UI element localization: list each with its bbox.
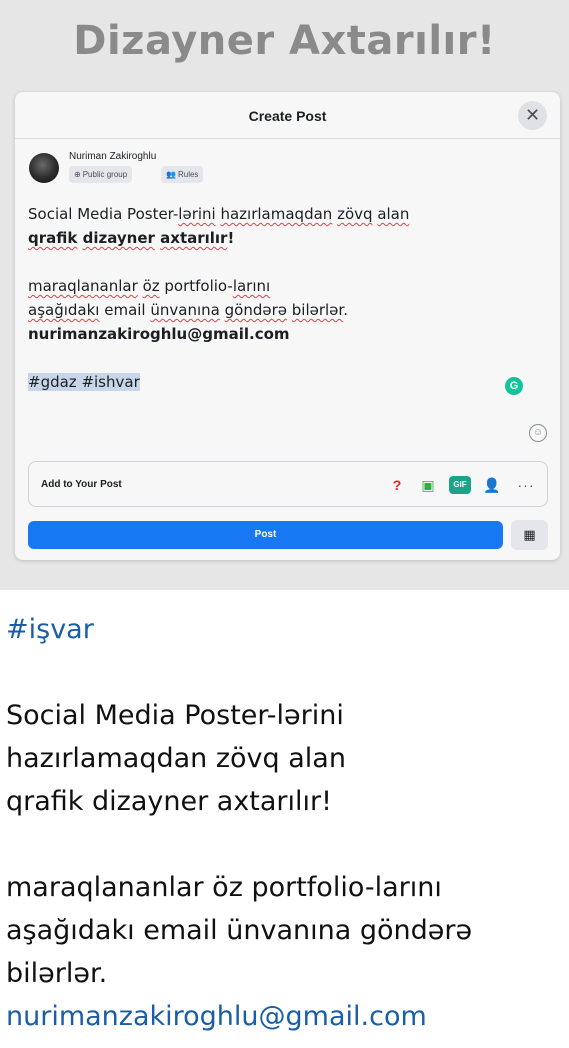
- add-to-post-bar: Add to Your Post ? ▣ GIF 👤 ···: [28, 461, 548, 507]
- post-hashtags: #gdaz #ishvar: [28, 373, 140, 391]
- caption-hashtag[interactable]: #işvar: [6, 608, 561, 651]
- caption-line: qrafik dizayner axtarılır!: [6, 786, 332, 817]
- post-email: nurimanzakiroghlu@gmail.com: [28, 325, 290, 343]
- post-text-area[interactable]: Social Media Poster-lərini hazırlamaqdan…: [28, 202, 538, 394]
- caption-line: Social Media Poster-lərini: [6, 700, 344, 731]
- author-name: Nuriman Zakiroghlu: [69, 151, 157, 162]
- caption-line: maraqlananlar öz portfolio-larını: [6, 872, 442, 903]
- caption-line: bilərlər.: [6, 958, 108, 989]
- rules-chip[interactable]: 👥 Rules: [161, 166, 204, 183]
- photo-icon[interactable]: ▣: [417, 474, 439, 496]
- avatar: [29, 153, 59, 183]
- caption-line: hazırlamaqdan zövq alan: [6, 743, 346, 774]
- poster-image: Dizayner Axtarılır! Create Post ✕ Nurima…: [0, 0, 569, 590]
- post-button[interactable]: Post: [28, 521, 503, 549]
- post-caption: #işvar Social Media Poster-lərini hazırl…: [6, 608, 561, 1038]
- caption-line: aşağıdakı email ünvanına göndərə: [6, 915, 473, 946]
- add-to-post-label: Add to Your Post: [41, 479, 122, 490]
- dialog-header: Create Post ✕: [15, 92, 560, 139]
- chip-rules-label: Rules: [177, 170, 199, 179]
- gif-icon[interactable]: GIF: [449, 476, 471, 494]
- grammarly-icon[interactable]: G: [505, 377, 523, 395]
- dialog-title: Create Post: [248, 108, 327, 124]
- people-icon: 👥: [166, 170, 176, 179]
- poster-title: Dizayner Axtarılır!: [73, 18, 496, 64]
- post-line-3: maraqlananlar öz portfolio-larını: [28, 277, 271, 295]
- question-icon[interactable]: ?: [386, 474, 408, 496]
- chip-group-label: Public group: [82, 170, 128, 179]
- post-line-1: Social Media Poster-lərini hazırlamaqdan…: [28, 205, 410, 223]
- close-button[interactable]: ✕: [518, 101, 547, 130]
- table-icon[interactable]: ▦: [511, 520, 548, 550]
- post-line-2: qrafik dizayner axtarılır!: [28, 229, 235, 247]
- create-post-dialog: Create Post ✕ Nuriman Zakiroghlu ⊕ Public…: [15, 92, 560, 560]
- caption-email-link[interactable]: nurimanzakiroghlu@gmail.com: [6, 995, 561, 1038]
- close-icon: ✕: [524, 105, 541, 125]
- more-icon[interactable]: ···: [515, 474, 537, 496]
- public-group-chip[interactable]: ⊕ Public group: [69, 166, 133, 183]
- tag-person-icon[interactable]: 👤: [481, 474, 503, 496]
- post-line-4: aşağıdakı email ünvanına göndərə bilərlə…: [28, 301, 348, 319]
- smiley-icon[interactable]: ☺: [529, 424, 547, 442]
- globe-icon: ⊕: [74, 170, 81, 179]
